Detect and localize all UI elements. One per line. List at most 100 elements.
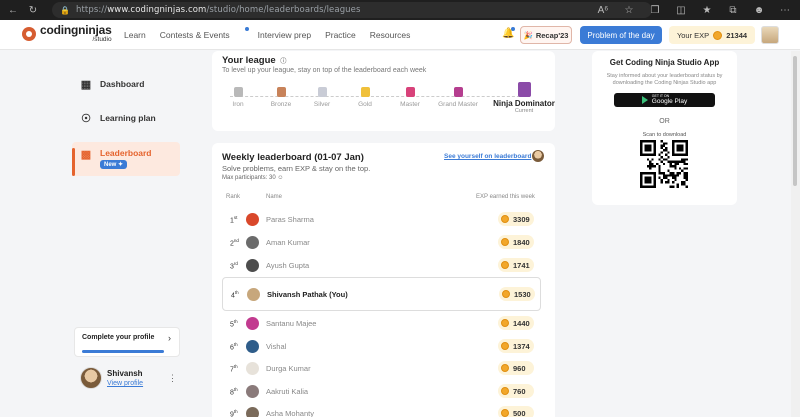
nav-learn[interactable]: Learn [124, 30, 146, 40]
league-tier: Gold [345, 87, 385, 108]
exp-value: 21344 [726, 30, 748, 40]
avatar [246, 213, 259, 226]
split-screen-icon[interactable]: ◫ [674, 3, 688, 17]
see-yourself-avatar [532, 150, 544, 162]
coin-icon [501, 319, 509, 327]
store-big-label: Google Play [651, 97, 688, 105]
name-cell: Asha Mohanty [266, 409, 314, 417]
tier-badge-icon [276, 87, 286, 97]
left-sidebar: ▦ Dashboard ☉ Learning plan ▩ Leaderboar… [0, 51, 190, 417]
coin-icon [502, 290, 510, 298]
tier-badge-icon [317, 87, 327, 97]
back-icon[interactable]: ← [6, 3, 20, 17]
leaderboard-subtitle: Solve problems, earn EXP & stay on the t… [222, 164, 371, 173]
user-name: Shivansh [107, 369, 143, 378]
view-profile-link[interactable]: View profile [107, 380, 143, 387]
coin-icon [713, 30, 723, 40]
app-title: Get Coding Ninja Studio App [609, 58, 720, 67]
logo-name: codingninjas [40, 23, 112, 37]
header-avatar[interactable] [761, 26, 779, 44]
table-row[interactable]: 2nd Aman Kumar 1840 [222, 232, 541, 254]
exp-chip[interactable]: Your EXP 21344 [669, 26, 755, 44]
more-icon[interactable]: ⋯ [778, 3, 792, 17]
party-icon: 🎉 [523, 30, 533, 40]
read-aloud-icon[interactable]: A⁶ [596, 3, 610, 17]
table-row[interactable]: 7th Durga Kumar 960 [222, 358, 541, 380]
extensions-icon[interactable]: ❒ [648, 3, 662, 17]
scan-label: Scan to download [642, 132, 687, 138]
table-row[interactable]: 3rd Ayush Gupta 1741 [222, 255, 541, 277]
info-icon[interactable]: ⓘ [280, 59, 286, 65]
tier-badge-icon [405, 87, 415, 97]
column-header-name: Name [266, 194, 283, 200]
browser-toolbar: ← ↻ 🔒 https://www.codingninjas.com/studi… [0, 0, 800, 20]
refresh-icon[interactable]: ↻ [26, 3, 40, 17]
coin-icon [501, 261, 509, 269]
leaderboard-card: Weekly leaderboard (01-07 Jan) Solve pro… [212, 143, 555, 417]
participants-icon: ☺ [277, 175, 284, 181]
league-tier: Iron [218, 87, 258, 108]
problem-of-the-day-button[interactable]: Problem of the day [580, 26, 662, 44]
tier-badge-icon [233, 87, 243, 97]
exp-cell: 1741 [498, 258, 534, 272]
table-row[interactable]: 9th Asha Mohanty 500 [222, 403, 541, 417]
avatar [246, 259, 259, 272]
exp-cell: 500 [498, 406, 534, 417]
avatar [246, 317, 259, 330]
table-row[interactable]: 6th Vishal 1374 [222, 336, 541, 358]
exp-cell: 1530 [499, 287, 535, 301]
profile-progress-bar [82, 350, 164, 353]
complete-profile-label: Complete your profile [82, 334, 155, 341]
site-header: codingninjas /studio Learn Contests & Ev… [0, 20, 800, 50]
scrollbar-thumb[interactable] [793, 56, 797, 186]
logo-sub: /studio [92, 36, 112, 43]
app-download-card: Get Coding Ninja Studio App Stay informe… [592, 51, 737, 205]
see-yourself-link[interactable]: See yourself on leaderboard [444, 153, 531, 160]
rank-cell: 1st [230, 215, 238, 225]
nav-interview-prep[interactable]: Interview prep [258, 30, 311, 40]
table-row[interactable]: 1st Paras Sharma 3309 [222, 209, 541, 231]
exp-cell: 1374 [498, 339, 534, 353]
notification-bell-icon[interactable]: 🔔 [502, 27, 516, 39]
collections-icon[interactable]: ⧉ [726, 3, 740, 17]
sidebar-item-dashboard[interactable]: ▦ Dashboard [72, 69, 180, 99]
exp-cell: 960 [498, 361, 534, 375]
league-card: Your league ⓘ To level up your league, s… [212, 51, 555, 131]
nav-contests[interactable]: Contests & Events [160, 27, 249, 40]
nav-practice[interactable]: Practice [325, 30, 356, 40]
sidebar-item-label: Leaderboard [100, 148, 152, 158]
favorite-star-icon[interactable]: ☆ [622, 3, 636, 17]
avatar [246, 340, 259, 353]
sidebar-item-label: Learning plan [100, 113, 156, 123]
sidebar-item-learning-plan[interactable]: ☉ Learning plan [72, 103, 180, 133]
league-tier: Bronze [261, 87, 301, 108]
sidebar-item-leaderboard[interactable]: ▩ Leaderboard New ✦ [72, 142, 180, 176]
user-card: Shivansh View profile ⋮ [74, 363, 180, 395]
more-options-icon[interactable]: ⋮ [168, 373, 177, 384]
recap-button[interactable]: 🎉 Recap'23 [520, 26, 572, 44]
exp-cell: 760 [498, 384, 534, 398]
chevron-right-icon: › [168, 333, 171, 343]
name-cell: Aakruti Kalia [266, 387, 309, 396]
league-subtitle: To level up your league, stay on top of … [222, 67, 427, 74]
rank-cell: 5th [230, 319, 238, 329]
rank-cell: 6th [230, 342, 238, 352]
table-row[interactable]: 8th Aakruti Kalia 760 [222, 381, 541, 403]
favorites-icon[interactable]: ★ [700, 3, 714, 17]
address-bar[interactable]: 🔒 https://www.codingninjas.com/studio/ho… [52, 2, 652, 18]
nav-resources[interactable]: Resources [370, 30, 411, 40]
rank-cell: 3rd [230, 261, 238, 271]
profile-icon[interactable]: ☻ [752, 3, 766, 17]
app-subtitle: Stay informed about your leaderboard sta… [606, 73, 723, 87]
complete-profile-card[interactable]: Complete your profile › [74, 327, 180, 357]
codingninjas-logo[interactable]: codingninjas /studio [22, 24, 112, 44]
user-avatar[interactable] [80, 367, 102, 389]
table-row[interactable]: 5th Santanu Majee 1440 [222, 313, 541, 335]
coin-icon [501, 387, 509, 395]
name-cell: Paras Sharma [266, 215, 314, 224]
tier-label: Grand Master [438, 101, 478, 108]
leaderboard-icon: ▩ [80, 149, 92, 161]
table-row-current-user[interactable]: 4th Shivansh Pathak (You) 1530 [222, 277, 541, 311]
rank-cell: 9th [230, 409, 238, 417]
google-play-button[interactable]: GET IT ON Google Play [614, 93, 715, 107]
